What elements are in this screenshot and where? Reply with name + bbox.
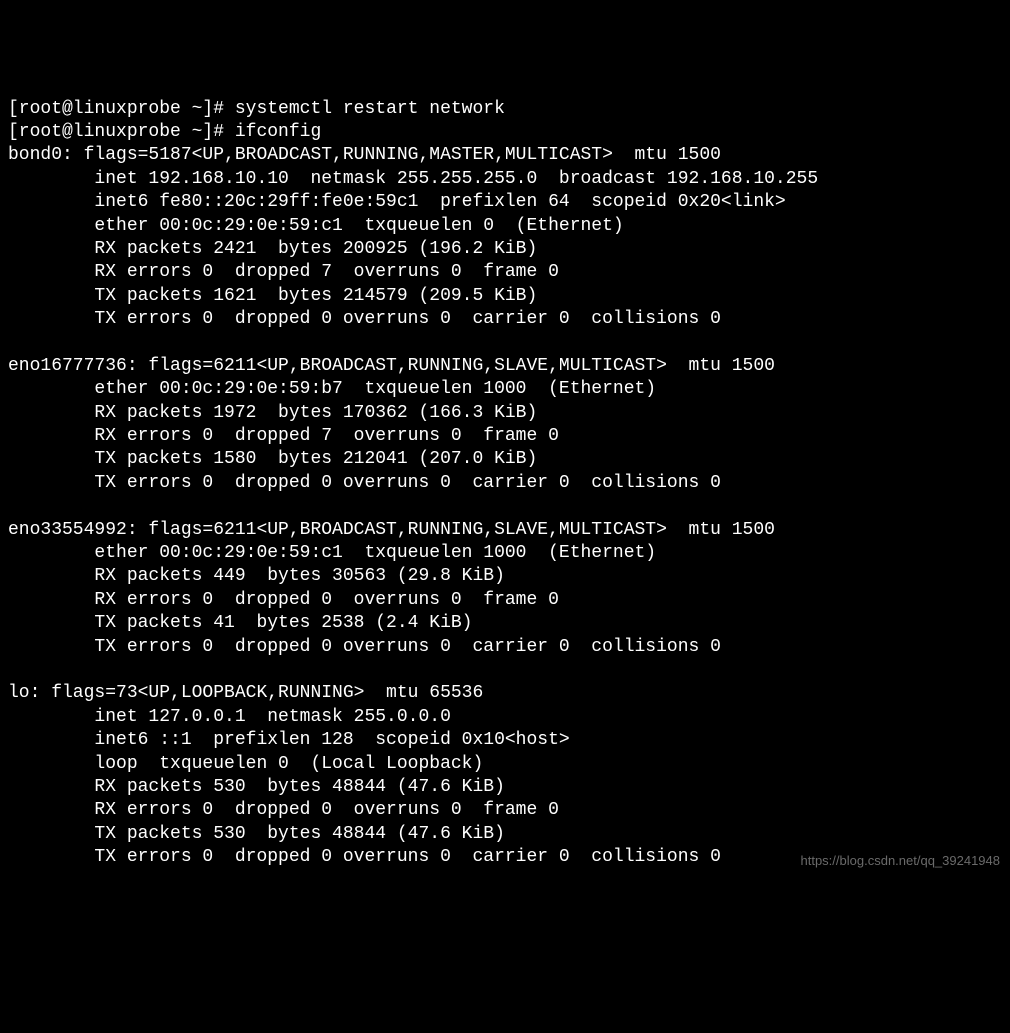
iface-bond0-rx-packets: RX packets 2421 bytes 200925 (196.2 KiB) xyxy=(8,239,537,259)
terminal-output[interactable]: [root@linuxprobe ~]# systemctl restart n… xyxy=(8,98,1002,870)
command-text: ifconfig xyxy=(235,122,321,142)
iface-eno1-tx-errors: TX errors 0 dropped 0 overruns 0 carrier… xyxy=(8,473,721,493)
watermark-text: https://blog.csdn.net/qq_39241948 xyxy=(801,853,1001,870)
iface-bond0-tx-packets: TX packets 1621 bytes 214579 (209.5 KiB) xyxy=(8,286,537,306)
shell-prompt: [root@linuxprobe ~]# xyxy=(8,99,235,119)
iface-bond0-inet6: inet6 fe80::20c:29ff:fe0e:59c1 prefixlen… xyxy=(8,192,786,212)
prompt-line-1: [root@linuxprobe ~]# systemctl restart n… xyxy=(8,99,505,119)
iface-lo-loop: loop txqueuelen 0 (Local Loopback) xyxy=(8,754,483,774)
iface-eno1-ether: ether 00:0c:29:0e:59:b7 txqueuelen 1000 … xyxy=(8,379,656,399)
iface-eno1-header: eno16777736: flags=6211<UP,BROADCAST,RUN… xyxy=(8,356,775,376)
iface-lo-tx-errors: TX errors 0 dropped 0 overruns 0 carrier… xyxy=(8,847,721,867)
iface-eno1-rx-errors: RX errors 0 dropped 7 overruns 0 frame 0 xyxy=(8,426,559,446)
iface-bond0-rx-errors: RX errors 0 dropped 7 overruns 0 frame 0 xyxy=(8,262,559,282)
iface-lo-inet: inet 127.0.0.1 netmask 255.0.0.0 xyxy=(8,707,451,727)
iface-eno2-header: eno33554992: flags=6211<UP,BROADCAST,RUN… xyxy=(8,520,775,540)
iface-lo-rx-packets: RX packets 530 bytes 48844 (47.6 KiB) xyxy=(8,777,505,797)
iface-bond0-ether: ether 00:0c:29:0e:59:c1 txqueuelen 0 (Et… xyxy=(8,216,624,236)
iface-eno2-rx-errors: RX errors 0 dropped 0 overruns 0 frame 0 xyxy=(8,590,559,610)
iface-lo-inet6: inet6 ::1 prefixlen 128 scopeid 0x10<hos… xyxy=(8,730,570,750)
command-text: systemctl restart network xyxy=(235,99,505,119)
iface-eno1-tx-packets: TX packets 1580 bytes 212041 (207.0 KiB) xyxy=(8,449,537,469)
shell-prompt: [root@linuxprobe ~]# xyxy=(8,122,235,142)
iface-lo-rx-errors: RX errors 0 dropped 0 overruns 0 frame 0 xyxy=(8,800,559,820)
iface-eno2-rx-packets: RX packets 449 bytes 30563 (29.8 KiB) xyxy=(8,566,505,586)
prompt-line-2: [root@linuxprobe ~]# ifconfig xyxy=(8,122,321,142)
iface-bond0-tx-errors: TX errors 0 dropped 0 overruns 0 carrier… xyxy=(8,309,721,329)
iface-lo-header: lo: flags=73<UP,LOOPBACK,RUNNING> mtu 65… xyxy=(8,683,483,703)
iface-lo-tx-packets: TX packets 530 bytes 48844 (47.6 KiB) xyxy=(8,824,505,844)
iface-eno2-tx-packets: TX packets 41 bytes 2538 (2.4 KiB) xyxy=(8,613,472,633)
iface-bond0-header: bond0: flags=5187<UP,BROADCAST,RUNNING,M… xyxy=(8,145,721,165)
iface-bond0-inet: inet 192.168.10.10 netmask 255.255.255.0… xyxy=(8,169,818,189)
iface-eno1-rx-packets: RX packets 1972 bytes 170362 (166.3 KiB) xyxy=(8,403,537,423)
iface-eno2-ether: ether 00:0c:29:0e:59:c1 txqueuelen 1000 … xyxy=(8,543,656,563)
iface-eno2-tx-errors: TX errors 0 dropped 0 overruns 0 carrier… xyxy=(8,637,721,657)
